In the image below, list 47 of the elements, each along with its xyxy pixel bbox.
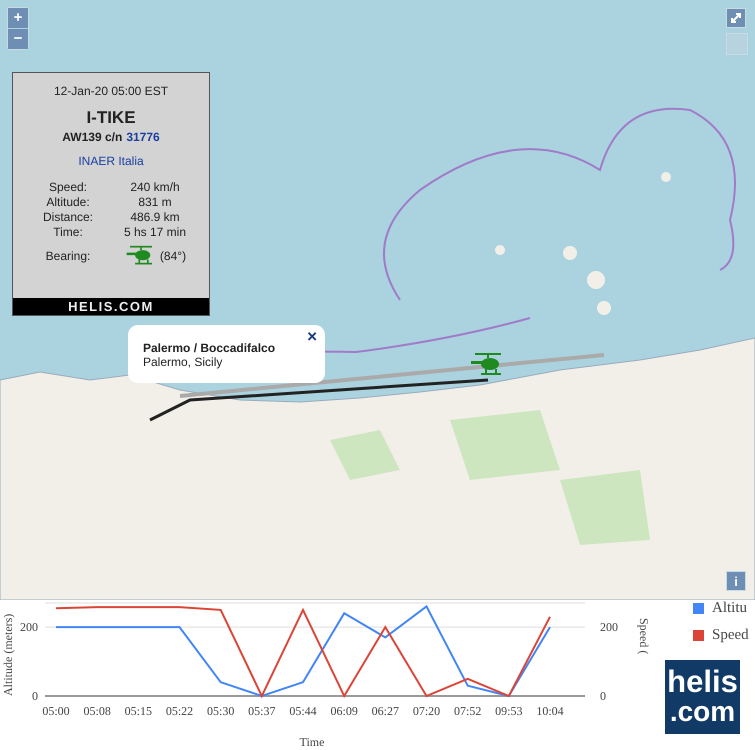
fullscreen-button[interactable] — [726, 8, 746, 28]
serial-link[interactable]: 31776 — [126, 130, 160, 144]
popup-subtitle: Palermo, Sicily — [143, 355, 224, 369]
date-time: 12-Jan-20 05:00 EST — [54, 84, 168, 98]
x-tick-label: 10:04 — [536, 704, 564, 718]
y-tick-label: 0 — [32, 689, 38, 703]
expand-icon — [730, 12, 742, 24]
y2-tick-label: 200 — [600, 620, 618, 634]
x-tick-label: 07:52 — [454, 704, 482, 718]
registration: I-TIKE — [86, 108, 136, 128]
legend-label: Speed — [712, 627, 749, 644]
stat-label: Speed: — [48, 180, 88, 194]
helis-logo: helis .com — [665, 660, 740, 734]
stat-label: Distance: — [42, 210, 94, 224]
x-tick-label: 06:27 — [372, 704, 399, 718]
x-tick-label: 05:44 — [289, 704, 317, 718]
panel-footer: HELIS.COM — [13, 298, 209, 315]
x-tick-label: 07:20 — [412, 704, 440, 718]
y-axis-title: Altitude (meters) — [1, 614, 15, 696]
x-axis-title: Time — [300, 735, 324, 749]
zoom-in-button[interactable]: + — [8, 8, 28, 28]
model-text: AW139 c/n — [62, 130, 122, 144]
stat-value: 5 hs 17 min — [122, 225, 188, 239]
x-tick-label: 05:22 — [166, 704, 194, 718]
x-tick-label: 09:53 — [495, 704, 522, 718]
y2-axis-title: Speed ( — [637, 618, 651, 654]
bearing-label: Bearing: — [44, 249, 92, 263]
stat-value: 240 km/h — [129, 180, 181, 194]
y-tick-label: 200 — [20, 620, 38, 634]
stat-value: 486.9 km — [129, 210, 181, 224]
bearing-value: (84°) — [160, 249, 186, 263]
x-tick-label: 05:08 — [84, 704, 111, 718]
popup-title: Palermo / Boccadifalco — [143, 341, 276, 355]
x-tick-label: 05:30 — [207, 704, 234, 718]
stat-value: 831 m — [137, 195, 173, 209]
info-button[interactable]: i — [726, 571, 746, 591]
zoom-out-button[interactable]: − — [8, 29, 28, 49]
x-tick-label: 06:09 — [330, 704, 358, 718]
y2-tick-label: 0 — [600, 689, 606, 703]
operator-link[interactable]: INAER Italia — [78, 154, 144, 168]
x-tick-label: 05:15 — [124, 704, 152, 718]
stat-label: Time: — [52, 225, 84, 239]
close-button[interactable]: × — [305, 329, 319, 345]
legend-label: Altitu — [712, 600, 748, 617]
stat-label: Altitude: — [45, 195, 91, 209]
x-tick-label: 05:00 — [42, 704, 70, 718]
x-tick-label: 05:37 — [248, 704, 276, 718]
